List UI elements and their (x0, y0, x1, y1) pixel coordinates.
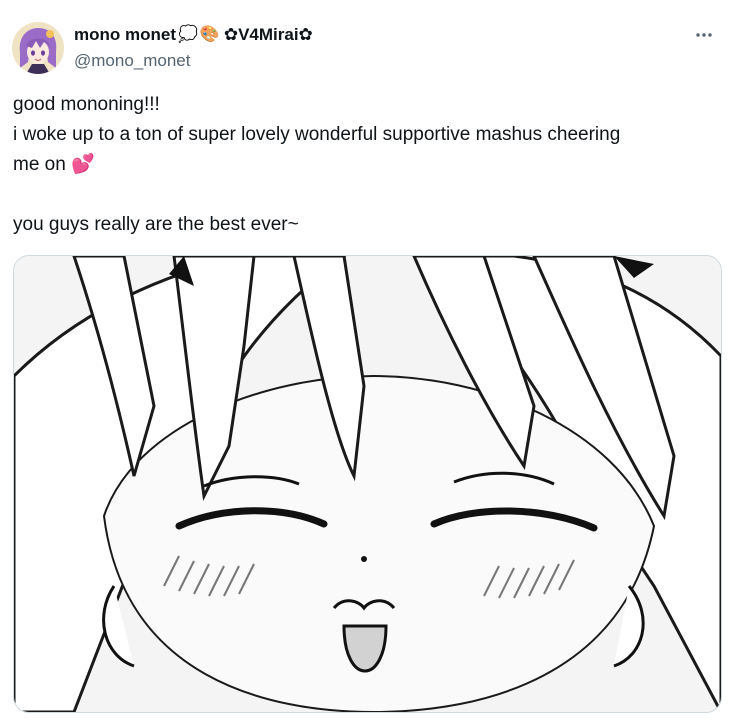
display-name[interactable]: mono monet 💭 🎨 ✿V4Mirai✿ (74, 24, 313, 46)
tweet-card: mono monet 💭 🎨 ✿V4Mirai✿ @mono_monet goo… (0, 0, 733, 723)
tweet-header: mono monet 💭 🎨 ✿V4Mirai✿ @mono_monet (12, 22, 721, 74)
more-options-button[interactable] (691, 22, 717, 48)
avatar[interactable] (12, 22, 64, 74)
tweet-line: good mononing!!! (13, 94, 160, 115)
tweet-media[interactable] (13, 255, 722, 713)
manga-smiling-face-image (14, 256, 721, 712)
tweet-line: you guys really are the best ever~ (13, 214, 299, 235)
author-handle[interactable]: @mono_monet (74, 50, 313, 72)
display-name-suffix: ✿V4Mirai✿ (223, 25, 313, 44)
more-horizontal-icon (696, 33, 712, 37)
tweet-line: i woke up to a ton of super lovely wonde… (13, 124, 621, 145)
tweet-line-text: me on (13, 154, 66, 175)
display-name-text: mono monet (74, 25, 176, 44)
author-names: mono monet 💭 🎨 ✿V4Mirai✿ @mono_monet (74, 24, 313, 72)
palette-icon: 🎨 (199, 26, 220, 43)
tweet-line: me on 💕 (13, 150, 723, 180)
thought-balloon-icon: 💭 (178, 26, 198, 43)
avatar-image (12, 22, 64, 74)
two-hearts-icon: 💕 (71, 154, 95, 175)
tweet-text: good mononing!!! i woke up to a ton of s… (13, 90, 723, 240)
